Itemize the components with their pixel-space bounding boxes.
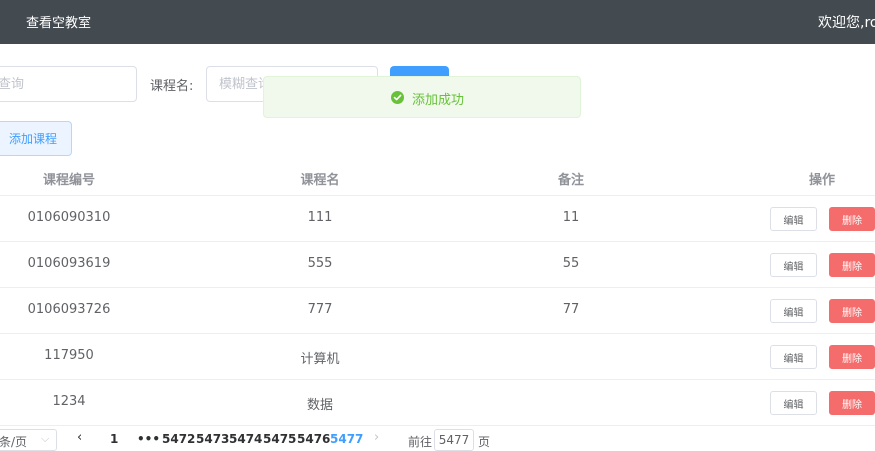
table-row: 0106093619 555 55 编辑 删除 [0,242,875,288]
check-circle-icon [391,91,404,104]
table-row: 0106090310 111 11 编辑 删除 [0,196,875,242]
top-navbar: 查看空教室 欢迎您,ro [0,0,875,44]
cell-note: 55 [562,256,580,271]
cell-course-id: 117950 [44,348,94,363]
edit-button[interactable]: 编辑 [770,207,817,231]
cell-course-name: 777 [307,302,333,317]
page-number[interactable]: 5475 [263,432,296,446]
page-size-select[interactable]: 条/页 ⌵ [0,429,57,451]
next-page-button[interactable]: › [374,430,379,445]
pagination: 条/页 ⌵ ‹ 1 ••• 5472 5473 5474 5475 5476 5… [0,428,875,451]
nav-item-empty-classroom[interactable]: 查看空教室 [26,12,91,31]
column-header-note: 备注 [557,173,585,188]
delete-button[interactable]: 删除 [829,207,875,231]
page-number[interactable]: 5472 [162,432,195,446]
cell-course-id: 0106093619 [27,256,111,271]
goto-suffix: 页 [478,435,491,449]
delete-button[interactable]: 删除 [829,299,875,323]
goto-label: 前往 [408,435,433,449]
more-pages-ellipsis[interactable]: ••• [137,432,160,446]
cell-course-id: 1234 [52,394,86,409]
course-id-search-input[interactable] [0,66,137,102]
delete-button[interactable]: 删除 [829,391,875,415]
edit-button[interactable]: 编辑 [770,253,817,277]
cell-course-id: 0106090310 [27,210,111,225]
edit-button[interactable]: 编辑 [770,299,817,323]
table-header: 课程编号 课程名 备注 操作 [0,160,875,196]
cell-note: 11 [562,210,580,225]
edit-button[interactable]: 编辑 [770,391,817,415]
page-number[interactable]: 5476 [297,432,330,446]
delete-button[interactable]: 删除 [829,253,875,277]
table-row: 117950 计算机 编辑 删除 [0,334,875,380]
cell-course-name: 数据 [306,398,334,413]
page-number[interactable]: 5474 [229,432,262,446]
welcome-user[interactable]: 欢迎您,ro [818,12,875,32]
goto-page-input[interactable] [434,429,474,451]
page-number[interactable]: 1 [110,432,118,446]
add-course-button[interactable]: 添加课程 [0,121,72,156]
page-number[interactable]: 5473 [196,432,229,446]
page-size-label: 条/页 [0,435,28,449]
prev-page-button[interactable]: ‹ [77,430,82,445]
column-header-actions: 操作 [808,173,836,188]
table-row: 1234 数据 编辑 删除 [0,380,875,426]
cell-note: 77 [562,302,580,317]
cell-course-name: 计算机 [300,352,340,367]
success-toast: 添加成功 [263,76,581,118]
cell-course-id: 0106093726 [27,302,111,317]
course-name-label: 课程名: [150,79,194,94]
cell-course-name: 555 [307,256,333,271]
delete-button[interactable]: 删除 [829,345,875,369]
current-page-number[interactable]: 5477 [330,432,363,446]
table-row: 0106093726 777 77 编辑 删除 [0,288,875,334]
course-table: 课程编号 课程名 备注 操作 0106090310 111 11 编辑 删除 0… [0,160,875,426]
edit-button[interactable]: 编辑 [770,345,817,369]
column-header-course-name: 课程名 [300,173,340,188]
cell-course-name: 111 [307,210,333,225]
toast-message: 添加成功 [412,93,465,108]
chevron-down-icon: ⌵ [41,432,50,445]
column-header-course-id: 课程编号 [42,173,96,188]
